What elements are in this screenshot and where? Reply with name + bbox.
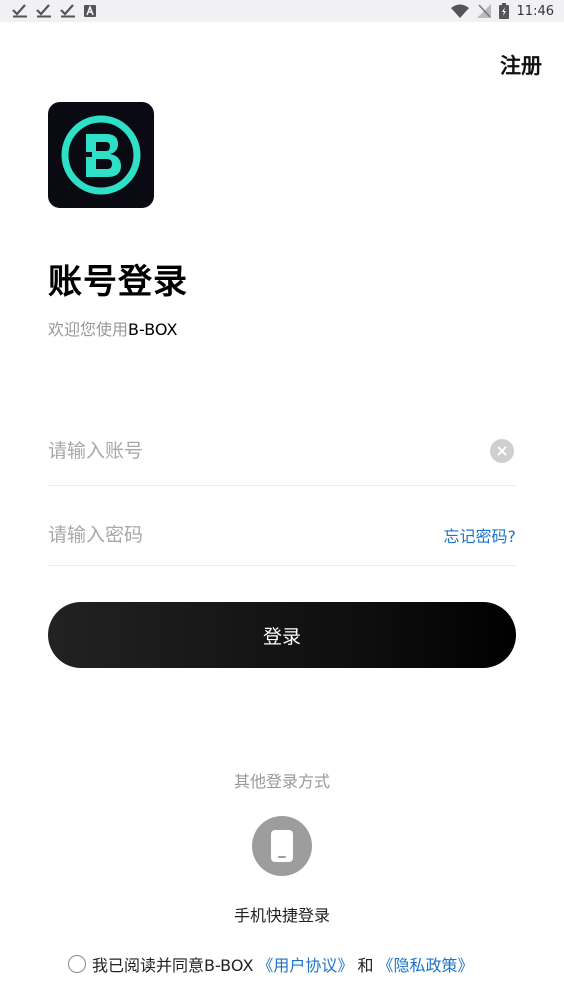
status-bar-notifications	[12, 4, 96, 18]
welcome-prefix: 欢迎您使用	[48, 320, 129, 339]
password-input[interactable]	[48, 523, 408, 546]
clear-icon[interactable]	[490, 438, 514, 463]
page-title: 账号登录	[48, 262, 188, 302]
account-field	[48, 416, 516, 486]
app-logo	[48, 102, 154, 208]
phone-login-button[interactable]	[252, 816, 312, 876]
register-link[interactable]: 注册	[500, 50, 542, 80]
privacy-policy-link[interactable]: 《隐私政策》	[377, 952, 473, 976]
forgot-password-link[interactable]: 忘记密码?	[444, 523, 517, 547]
wifi-icon	[450, 4, 469, 18]
user-agreement-link[interactable]: 《用户协议》	[257, 952, 353, 976]
account-input[interactable]	[48, 439, 408, 462]
font-a-icon	[84, 5, 96, 17]
login-button[interactable]: 登录	[48, 602, 516, 668]
status-bar-system: 11:46	[450, 3, 554, 19]
status-bar: 11:46	[0, 0, 564, 22]
brand-name: B-BOX	[128, 320, 178, 339]
password-field: 忘记密码?	[48, 504, 516, 566]
phone-login-label[interactable]: 手机快捷登录	[0, 902, 564, 926]
status-time: 11:46	[516, 3, 554, 19]
phone-icon	[271, 830, 293, 862]
agree-radio[interactable]	[68, 955, 86, 973]
agreement-prefix: 我已阅读并同意B-BOX	[92, 956, 254, 975]
other-login-label: 其他登录方式	[233, 772, 330, 791]
welcome-text: 欢迎您使用B-BOX	[48, 316, 177, 340]
agreement-row: 我已阅读并同意B-BOX 《用户协议》和《隐私政策》	[68, 952, 473, 976]
battery-charging-icon	[498, 3, 509, 19]
check-download-icon	[36, 4, 52, 18]
b-box-logo-icon	[61, 115, 141, 195]
agreement-and: 和	[357, 956, 374, 975]
check-download-icon	[12, 4, 28, 18]
check-download-icon	[60, 4, 76, 18]
no-signal-icon	[476, 4, 491, 18]
